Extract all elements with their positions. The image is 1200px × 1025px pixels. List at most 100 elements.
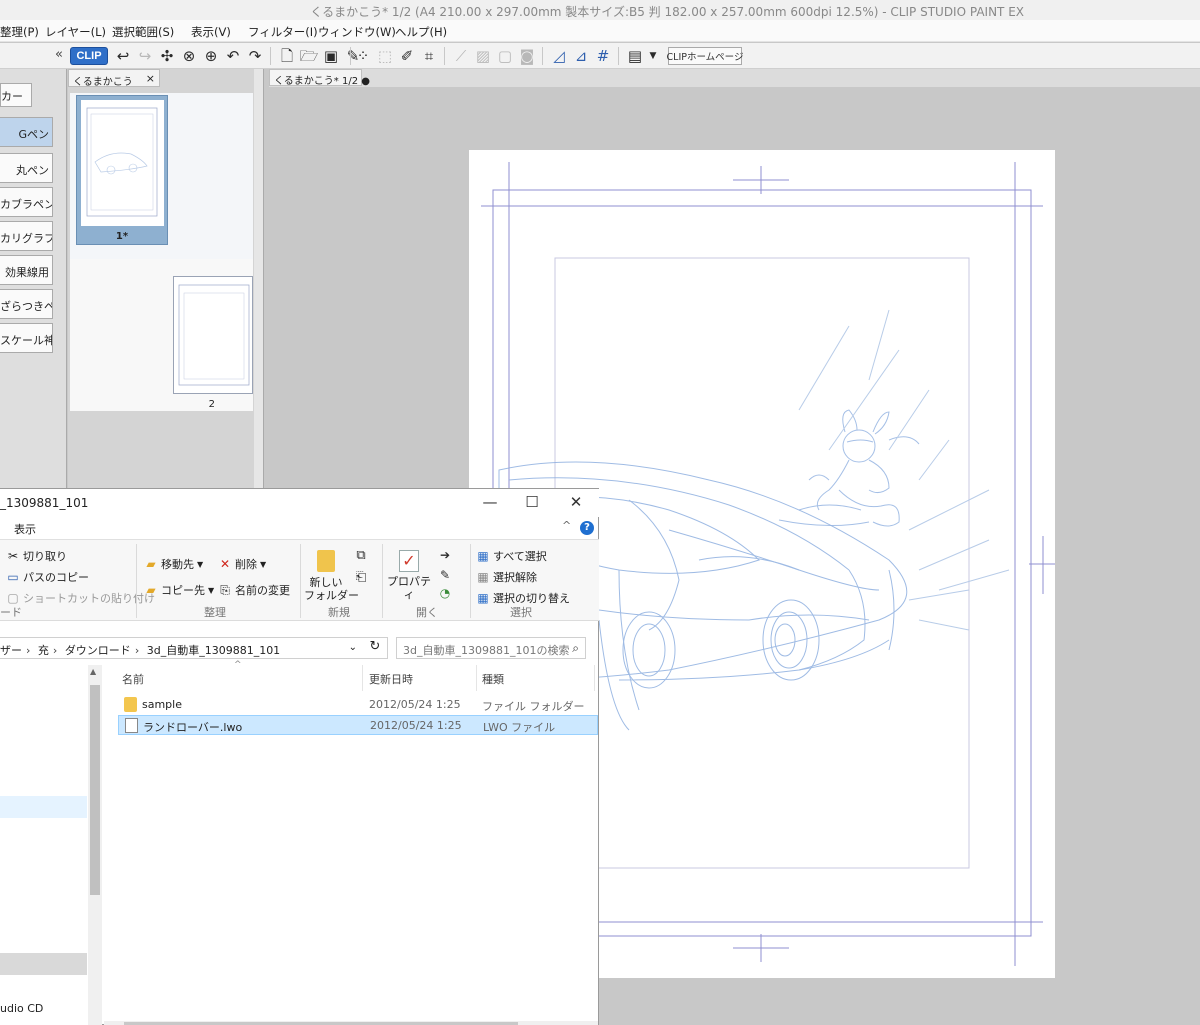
crop-icon[interactable]: ⌗: [420, 47, 438, 65]
paste-shortcut-button[interactable]: ▢ ショートカットの貼り付け: [6, 590, 155, 606]
address-bar[interactable]: ザー › 充 › ダウンロード › 3d_自動車_1309881_101 ⌄: [0, 637, 388, 659]
breadcrumb-user[interactable]: ザー: [0, 644, 22, 657]
brush-item-g-pen[interactable]: Gペン: [0, 117, 53, 147]
toolbar-separator: [270, 47, 271, 65]
frame-icon[interactable]: ▢: [496, 47, 514, 65]
select-all-button[interactable]: ▦ すべて選択: [476, 548, 547, 564]
nav-item-audio-cd[interactable]: udio CD: [0, 1002, 43, 1015]
help-icon[interactable]: ?: [580, 521, 594, 535]
nav-selected-item[interactable]: [0, 796, 87, 818]
maximize-button[interactable]: ☐: [518, 493, 546, 511]
snap-grid-icon[interactable]: #: [594, 47, 612, 65]
refresh-icon[interactable]: ↻: [364, 637, 386, 659]
page-thumbnail-1[interactable]: 1*: [76, 95, 168, 245]
menu-selection[interactable]: 選択範囲(S): [112, 24, 174, 40]
search-input[interactable]: 3d_自動車_1309881_101の検索 ⌕: [396, 637, 586, 659]
menu-layer[interactable]: レイヤー(L): [45, 24, 106, 40]
folder-icon: [124, 697, 137, 712]
page-thumbnail-2[interactable]: [173, 276, 253, 394]
scroll-up-icon[interactable]: ▲: [90, 667, 96, 676]
close-icon[interactable]: ×: [146, 72, 155, 85]
ribbon-separator: [136, 544, 137, 618]
column-separator[interactable]: [362, 665, 363, 691]
flip-left-icon[interactable]: ↶: [224, 47, 242, 65]
column-header-type[interactable]: 種類: [482, 671, 504, 687]
brush-item-effect-line[interactable]: 効果線用: [0, 255, 53, 285]
delete-button[interactable]: ✕ 削除 ▼: [218, 556, 266, 572]
nav-hover-item[interactable]: [0, 953, 87, 975]
column-separator[interactable]: [594, 665, 595, 691]
brush-item-maru-pen[interactable]: 丸ペン: [0, 153, 53, 183]
brush-item-kabura-pen[interactable]: カブラペン: [0, 187, 53, 217]
undo-icon[interactable]: ↩: [114, 47, 132, 65]
menu-filter[interactable]: フィルター(I): [248, 24, 318, 40]
menu-organize[interactable]: 整理(P): [0, 24, 39, 40]
explorer-title-bar: _1309881_101 — ☐ ✕: [0, 489, 599, 517]
close-button[interactable]: ✕: [562, 493, 590, 511]
collapse-icon[interactable]: «: [55, 47, 63, 62]
history-icon[interactable]: ◔: [436, 584, 454, 602]
select-all-label: すべて選択: [493, 550, 547, 563]
rename-button[interactable]: ⎘ 名前の変更: [218, 582, 290, 598]
menu-window[interactable]: ウィンドウ(W): [318, 24, 396, 40]
horizontal-scrollbar[interactable]: [104, 1021, 598, 1025]
properties-button[interactable]: ✓ プロパティ: [386, 550, 432, 601]
minimize-button[interactable]: —: [476, 493, 504, 511]
file-row-selected[interactable]: ランドローバー.lwo 2012/05/24 1:25 LWO ファイル: [118, 715, 598, 735]
clip-button[interactable]: CLIP: [70, 47, 108, 65]
chevron-down-icon[interactable]: ⌄: [349, 642, 357, 653]
flip-right-icon[interactable]: ↷: [246, 47, 264, 65]
copy-to-button[interactable]: ▰ コピー先 ▼: [144, 582, 214, 598]
dots-icon[interactable]: ⁘: [354, 47, 372, 65]
column-separator[interactable]: [476, 665, 477, 691]
nav-scrollbar-thumb[interactable]: [90, 685, 100, 895]
column-header-name[interactable]: 名前: [122, 671, 144, 687]
open-file-icon[interactable]: 🗁: [300, 47, 319, 65]
perspective-icon[interactable]: ◿: [550, 47, 568, 65]
transform-icon[interactable]: ⊗: [180, 47, 198, 65]
menu-view[interactable]: 表示(V): [191, 24, 231, 40]
select-none-button[interactable]: ▦ 選択解除: [476, 569, 537, 585]
chevron-down-icon[interactable]: ▼: [644, 47, 662, 65]
snap-ruler-icon[interactable]: ⊿: [572, 47, 590, 65]
rotate-icon[interactable]: ⊕: [202, 47, 220, 65]
brush-item-rough-pen[interactable]: ざらつきペン: [0, 289, 53, 319]
breadcrumb-downloads[interactable]: ダウンロード: [65, 644, 131, 657]
ruler-icon[interactable]: ⟋: [452, 47, 470, 65]
select-frame-icon[interactable]: ⬚: [376, 47, 394, 65]
breadcrumb-account[interactable]: 充: [38, 644, 49, 657]
easy-access-icon[interactable]: ⎗: [352, 568, 370, 586]
cut-button[interactable]: ✂ 切り取り: [6, 548, 67, 564]
brush-item-scale[interactable]: スケール神7: [0, 323, 53, 353]
clip-home-button[interactable]: CLIPホームページ: [667, 47, 744, 65]
tab-view[interactable]: 表示: [14, 521, 36, 537]
brush-category-button[interactable]: カー: [0, 83, 32, 107]
camera-icon[interactable]: ◙: [518, 47, 536, 65]
redo-icon[interactable]: ↪: [136, 47, 154, 65]
menu-help[interactable]: ヘルプ(H): [395, 24, 447, 40]
canvas-tab[interactable]: くるまかこう* 1/2 ●: [269, 69, 370, 87]
ribbon-collapse-icon[interactable]: ^: [562, 519, 571, 532]
column-header-date[interactable]: 更新日時: [369, 671, 413, 687]
new-item-icon[interactable]: ⧉: [352, 546, 370, 564]
copy-path-icon: ▭: [7, 570, 19, 584]
page-panel-scrollbar[interactable]: [254, 69, 263, 489]
edit-icon[interactable]: ✎: [436, 566, 454, 584]
move-to-button[interactable]: ▰ 移動先 ▼: [144, 556, 203, 572]
tone-icon[interactable]: ▨: [474, 47, 492, 65]
breadcrumb-folder[interactable]: 3d_自動車_1309881_101: [147, 644, 280, 657]
explorer-window: _1309881_101 — ☐ ✕ 表示 ^ ? ✂ 切り取り ▭ パスのコピ…: [0, 488, 599, 1025]
chevron-down-icon: ▼: [260, 559, 267, 569]
page-manager-tab[interactable]: くるまかこう ×: [68, 69, 160, 88]
new-file-icon[interactable]: 🗋: [278, 47, 296, 65]
clear-icon[interactable]: ✣: [158, 47, 176, 65]
brush-item-calligraphy[interactable]: カリグラフィ: [0, 221, 53, 251]
file-row[interactable]: sample 2012/05/24 1:25 ファイル フォルダー: [118, 695, 598, 715]
paste-shortcut-icon: ▢: [7, 591, 19, 605]
pen-icon[interactable]: ✐: [398, 47, 416, 65]
settings-icon[interactable]: ▤: [626, 47, 644, 65]
new-folder-button[interactable]: 新しい フォルダー: [304, 550, 359, 602]
copy-path-button[interactable]: ▭ パスのコピー: [6, 569, 89, 585]
open-icon[interactable]: ➔: [436, 546, 454, 564]
save-icon[interactable]: ▣: [322, 47, 340, 65]
